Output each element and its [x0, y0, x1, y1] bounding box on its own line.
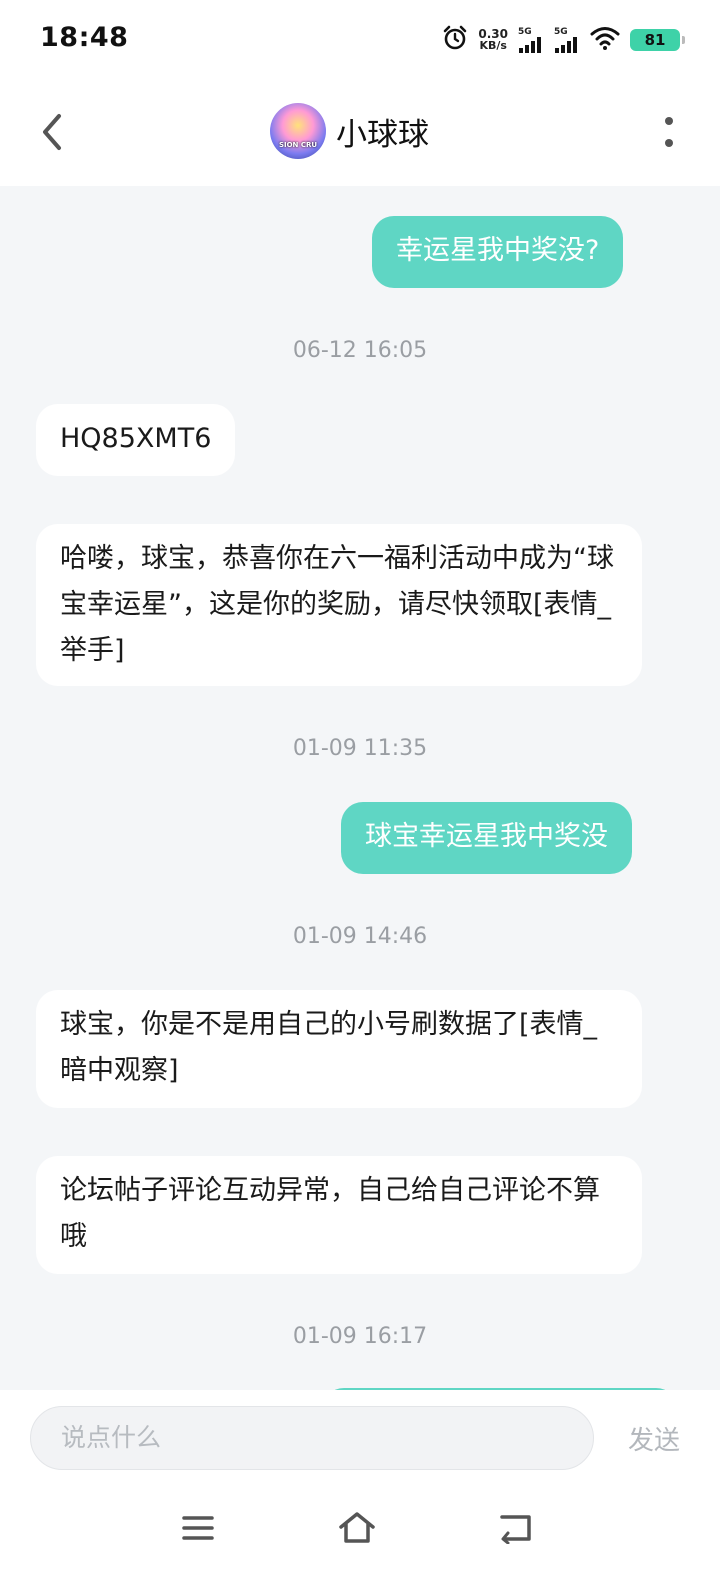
more-options-button[interactable] [654, 110, 684, 154]
message-bubble-incoming[interactable]: 哈喽，球宝，恭喜你在六一福利活动中成为“球宝幸运星”，这是你的奖励，请尽快领取[… [36, 524, 642, 686]
back-nav-button[interactable] [488, 1506, 544, 1550]
message-bubble-outgoing[interactable]: 幸运星我中奖没? [372, 216, 624, 288]
network-speed: 0.30 KB/s [478, 27, 508, 52]
battery-icon: 81 [630, 29, 685, 51]
wifi-icon [590, 26, 620, 54]
avatar[interactable]: SION CRU [270, 103, 326, 159]
status-bar: 18:48 0.30 KB/s 5G 5G 81 [0, 0, 720, 80]
signal-icon: 5G [554, 27, 580, 53]
more-vertical-icon [665, 117, 673, 147]
message-input[interactable]: 说点什么 [30, 1406, 594, 1470]
alarm-icon [442, 25, 468, 55]
status-time: 18:48 [40, 22, 129, 53]
avatar-logo-text: SION CRU [278, 141, 318, 149]
signal-icon: 5G [518, 27, 544, 53]
chat-title[interactable]: SION CRU 小球球 [270, 102, 429, 160]
back-button[interactable] [30, 108, 74, 156]
message-timestamp: 06-12 16:05 [292, 338, 428, 363]
message-bubble-outgoing[interactable]: 球宝幸运星我中奖没 [341, 802, 632, 874]
system-nav-bar [0, 1486, 720, 1584]
chat-messages[interactable]: 幸运星我中奖没? 06-12 16:05 HQ85XMT6 哈喽，球宝，恭喜你在… [0, 186, 720, 1390]
message-timestamp: 01-09 11:35 [292, 736, 428, 761]
status-icons: 0.30 KB/s 5G 5G 81 [442, 24, 685, 56]
input-bar: 说点什么 发送 [0, 1390, 720, 1486]
message-bubble-incoming[interactable]: 球宝，你是不是用自己的小号刷数据了[表情_暗中观察] [36, 990, 642, 1108]
message-bubble-incoming[interactable]: 论坛帖子评论互动异常，自己给自己评论不算哦 [36, 1156, 642, 1274]
chat-header: SION CRU 小球球 [0, 80, 720, 186]
message-timestamp: 01-09 14:46 [292, 924, 428, 949]
menu-icon [182, 1516, 214, 1540]
message-bubble-incoming[interactable]: HQ85XMT6 [36, 404, 236, 476]
back-icon [500, 1515, 531, 1544]
menu-button[interactable] [170, 1506, 226, 1550]
message-timestamp: 01-09 16:17 [292, 1324, 428, 1349]
home-icon [339, 1512, 375, 1543]
page-title: 小球球 [336, 116, 429, 153]
send-button[interactable]: 发送 [628, 1420, 680, 1457]
home-button[interactable] [329, 1506, 385, 1550]
back-arrow-icon [43, 114, 61, 150]
